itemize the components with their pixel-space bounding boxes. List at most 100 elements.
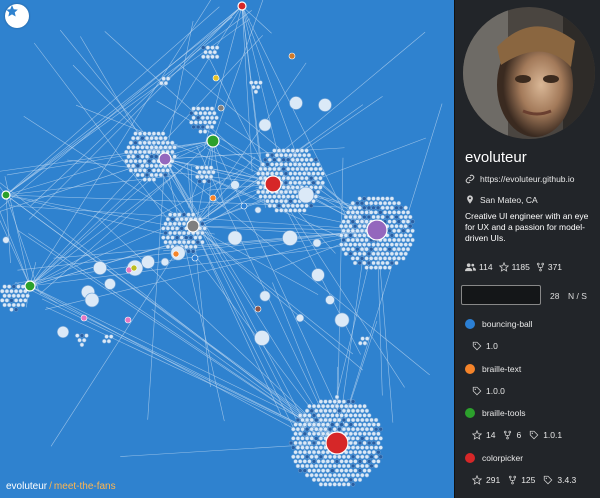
- fan-node[interactable]: [285, 148, 291, 153]
- fan-node[interactable]: [318, 454, 324, 460]
- fan-node[interactable]: [309, 417, 314, 423]
- fan-node[interactable]: [387, 256, 392, 261]
- fan-node[interactable]: [366, 459, 372, 464]
- fan-node[interactable]: [396, 210, 402, 215]
- fan-node[interactable]: [195, 106, 201, 111]
- fan-node[interactable]: [283, 208, 289, 213]
- fan-node[interactable]: [360, 454, 365, 460]
- fan-node[interactable]: [364, 463, 370, 469]
- repo-node[interactable]: [288, 52, 296, 60]
- fan-node[interactable]: [269, 198, 275, 204]
- fan-node[interactable]: [201, 54, 206, 60]
- fan-node[interactable]: [206, 179, 212, 184]
- fan-node[interactable]: [135, 172, 141, 178]
- fan-node[interactable]: [283, 189, 289, 195]
- fan-node[interactable]: [401, 237, 406, 243]
- fan-node[interactable]: [398, 233, 404, 238]
- fan-node[interactable]: [181, 221, 187, 227]
- fan-node[interactable]: [309, 463, 314, 469]
- fan-node[interactable]: [163, 239, 168, 245]
- fan-node[interactable]: [387, 228, 392, 234]
- fan-node[interactable]: [172, 239, 178, 245]
- fan-node[interactable]: [297, 413, 303, 418]
- fan-node[interactable]: [18, 288, 23, 294]
- fan-node[interactable]: [205, 106, 210, 111]
- fan-node[interactable]: [212, 110, 217, 116]
- fan-node[interactable]: [358, 340, 363, 346]
- fan-node[interactable]: [343, 413, 349, 418]
- fan-node[interactable]: [258, 185, 263, 190]
- fan-node[interactable]: [279, 208, 284, 213]
- fan-node[interactable]: [153, 163, 159, 169]
- repo-name[interactable]: braille-text: [482, 364, 521, 374]
- fan-node[interactable]: [327, 463, 333, 469]
- fan-node[interactable]: [371, 242, 376, 247]
- fan-node[interactable]: [341, 417, 347, 423]
- fan-node[interactable]: [309, 454, 314, 460]
- fan-node[interactable]: [359, 256, 365, 261]
- fan-node[interactable]: [200, 124, 206, 130]
- fan-node[interactable]: [348, 223, 353, 229]
- fan-node[interactable]: [126, 163, 131, 169]
- fan-node[interactable]: [355, 237, 360, 243]
- repo-node[interactable]: [240, 202, 248, 210]
- fan-node[interactable]: [200, 239, 205, 245]
- repo-item-braille-tools[interactable]: braille-tools: [465, 408, 525, 418]
- fan-node[interactable]: [394, 205, 399, 211]
- fan-node[interactable]: [350, 200, 356, 206]
- fan-node[interactable]: [156, 149, 161, 155]
- fan-node[interactable]: [353, 468, 358, 473]
- fan-node[interactable]: [348, 449, 354, 455]
- fan-node[interactable]: [198, 129, 203, 134]
- fan-node[interactable]: [348, 403, 354, 409]
- fan-node[interactable]: [170, 226, 175, 231]
- fan-node[interactable]: [130, 163, 136, 169]
- fan-node[interactable]: [205, 54, 211, 60]
- fan-node[interactable]: [293, 449, 298, 455]
- fan-node[interactable]: [341, 237, 346, 243]
- fan-node[interactable]: [369, 463, 374, 469]
- fan-node[interactable]: [373, 445, 379, 450]
- website-link[interactable]: https://evoluteur.github.io: [480, 174, 575, 184]
- fan-node[interactable]: [385, 260, 390, 266]
- fan-node[interactable]: [308, 166, 314, 172]
- fan-node[interactable]: [318, 175, 323, 181]
- fan-node[interactable]: [373, 246, 379, 252]
- fan-node[interactable]: [339, 403, 344, 409]
- fan-node[interactable]: [350, 237, 356, 243]
- fan-node[interactable]: [362, 205, 367, 211]
- fan-node[interactable]: [149, 172, 154, 178]
- fan-node[interactable]: [323, 472, 328, 478]
- fan-node[interactable]: [295, 166, 300, 172]
- fan-node[interactable]: [151, 140, 157, 146]
- fan-node[interactable]: [297, 186, 315, 204]
- fan-node[interactable]: [147, 177, 152, 182]
- fan-node[interactable]: [366, 413, 372, 418]
- fan-node[interactable]: [352, 214, 358, 220]
- fan-node[interactable]: [387, 265, 392, 270]
- fan-node[interactable]: [202, 110, 208, 116]
- fan-node[interactable]: [172, 154, 177, 159]
- fan-node[interactable]: [142, 131, 147, 136]
- fan-node[interactable]: [285, 203, 291, 209]
- fan-node[interactable]: [285, 175, 291, 181]
- fan-node[interactable]: [369, 445, 374, 450]
- fan-node[interactable]: [368, 200, 374, 206]
- fan-node[interactable]: [410, 228, 415, 234]
- fan-node[interactable]: [207, 110, 212, 116]
- fan-node[interactable]: [251, 84, 256, 90]
- fan-node[interactable]: [181, 212, 187, 217]
- fan-node[interactable]: [126, 154, 131, 159]
- fan-node[interactable]: [371, 196, 376, 201]
- fan-node[interactable]: [332, 426, 337, 432]
- fan-node[interactable]: [79, 333, 85, 338]
- fan-node[interactable]: [350, 472, 356, 478]
- fan-node[interactable]: [359, 228, 365, 234]
- fan-node[interactable]: [214, 45, 220, 50]
- fan-node[interactable]: [128, 158, 134, 164]
- fan-node[interactable]: [84, 333, 89, 338]
- fan-node[interactable]: [371, 449, 377, 455]
- fan-node[interactable]: [327, 408, 333, 414]
- fan-node[interactable]: [382, 237, 388, 243]
- fan-node[interactable]: [299, 148, 305, 153]
